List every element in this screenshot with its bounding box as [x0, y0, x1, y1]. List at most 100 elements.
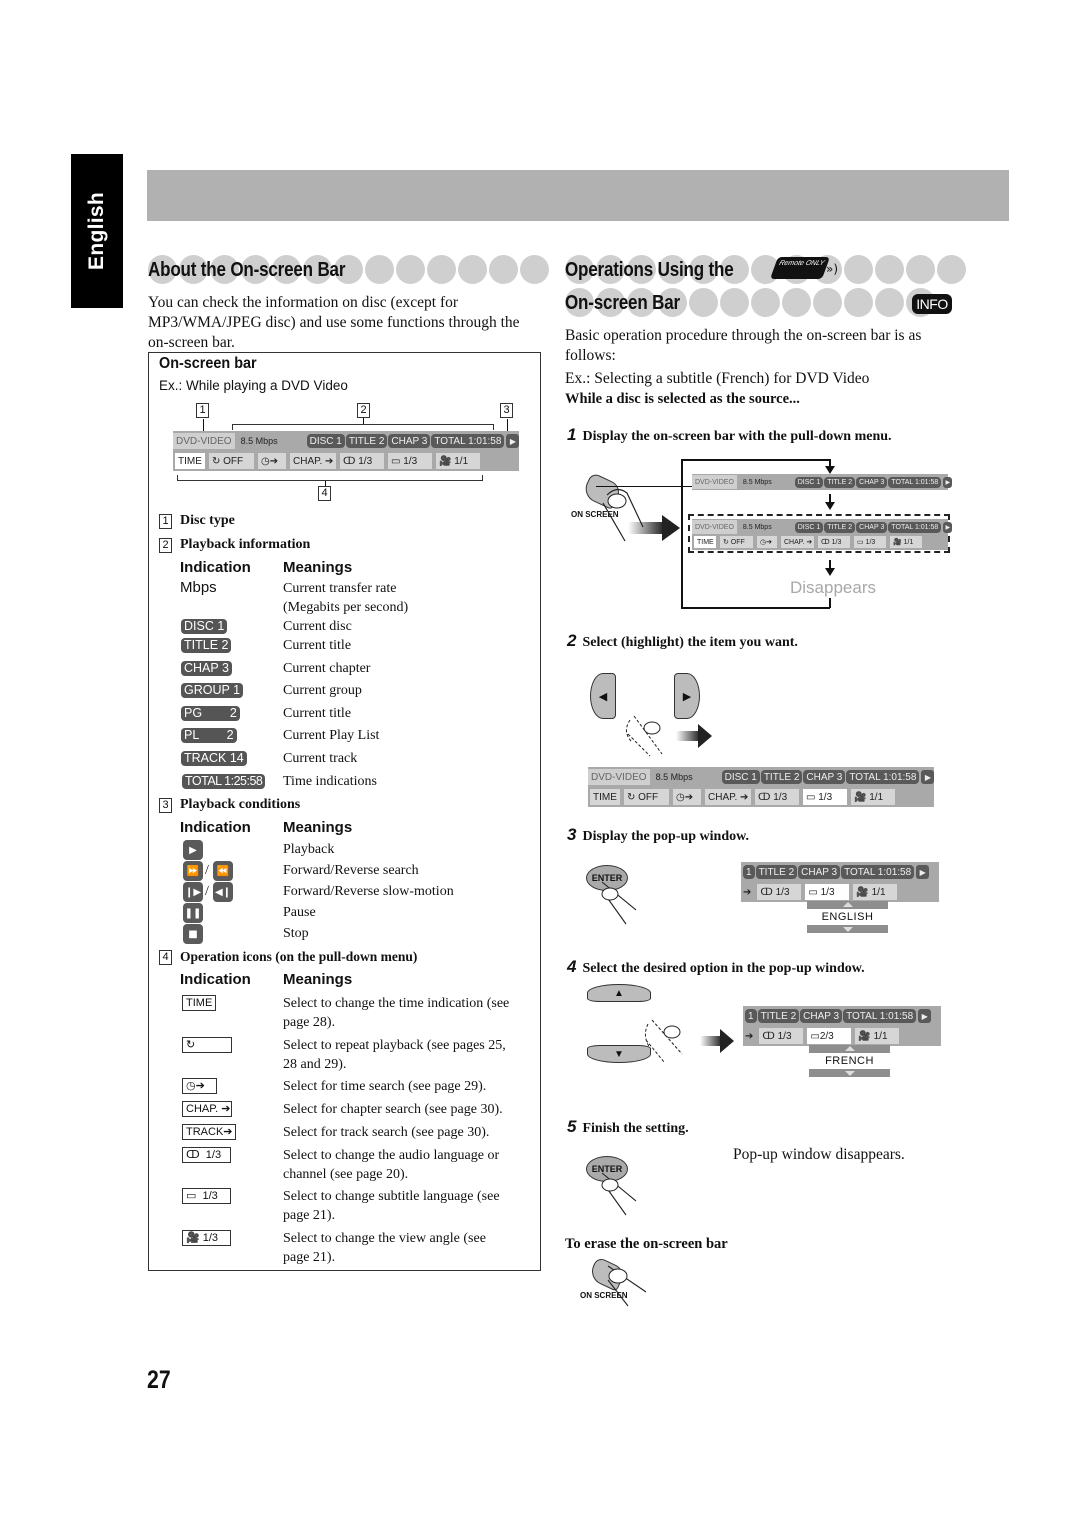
- section-playback-info: Playback information: [180, 537, 311, 552]
- on-screen-bar-step1-a: DVD-VIDEO 8.5 Mbps DISC 1 TITLE 2 CHAP 3…: [692, 474, 953, 490]
- bracket-4: [177, 475, 483, 481]
- play-condition-icon: ▶: [183, 840, 203, 860]
- subtitle-op-icon: ▭ 1/3: [182, 1188, 231, 1204]
- section-playback-conditions: Playback conditions: [180, 797, 301, 812]
- disc-indicator: DISC 1: [181, 619, 228, 634]
- angle-op-icon: 🎥 1/3: [182, 1230, 231, 1246]
- section-num-4: 4: [159, 950, 172, 965]
- transfer-rate: 8.5 Mbps: [240, 436, 278, 446]
- popup-option-french[interactable]: FRENCH: [809, 1053, 890, 1069]
- total-indicator: TOTAL 1:25:58: [182, 774, 266, 789]
- up-caret-icon: [844, 1046, 855, 1051]
- section-disc-type: Disc type: [180, 513, 235, 528]
- box-heading: On-screen bar: [159, 355, 257, 372]
- finger-icon: [607, 1265, 647, 1307]
- right-intro: Basic operation procedure through the on…: [565, 327, 922, 364]
- subtitle-button-highlighted[interactable]: ▭ 1/3: [803, 789, 847, 805]
- angle-button[interactable]: 🎥 1/1: [436, 453, 480, 469]
- mbps-indication: Mbps: [180, 579, 217, 596]
- time-op-icon: TIME: [182, 995, 216, 1011]
- total-pill: TOTAL 1:01:58: [431, 434, 505, 448]
- repeat-op-icon: ↻: [182, 1037, 232, 1053]
- time-button[interactable]: TIME: [175, 453, 205, 469]
- play-icon: ▶: [506, 434, 520, 448]
- right-cursor-button[interactable]: ▶: [674, 673, 700, 719]
- callout-1: 1: [196, 403, 209, 418]
- callout-4: 4: [318, 486, 331, 501]
- pause-icon: ❚❚: [183, 903, 203, 923]
- down-caret-icon: [844, 1071, 855, 1076]
- callout-3: 3: [500, 403, 513, 418]
- audio-op-icon: ↀ 1/3: [182, 1147, 231, 1163]
- step-3: 3 Display the pop-up window.: [567, 825, 749, 844]
- right-example: Ex.: Selecting a subtitle (French) for D…: [565, 370, 870, 387]
- precondition: While a disc is selected as the source..…: [565, 391, 800, 407]
- title-indicator: TITLE 2: [181, 638, 232, 653]
- chap-pill: CHAP 3: [388, 434, 431, 448]
- finger-icon: [601, 1172, 637, 1216]
- forward-slow-icon: ❙▶: [183, 882, 203, 902]
- box-example: Ex.: While playing a DVD Video: [159, 378, 348, 393]
- section-operation-icons: Operation icons (on the pull-down menu): [180, 949, 418, 964]
- section-num-2: 2: [159, 538, 172, 553]
- pg-indicator: PG 2: [181, 706, 240, 721]
- chapter-search-button[interactable]: CHAP. ➔: [290, 453, 336, 469]
- popup-window-step3: ENGLISH: [807, 901, 888, 933]
- arrow-down-icon: [825, 568, 835, 576]
- popup-closed-note: Pop-up window disappears.: [733, 1146, 905, 1163]
- on-screen-bar-step1-b: DVD-VIDEO 8.5 Mbps DISC 1 TITLE 2 CHAP 3…: [692, 519, 953, 550]
- pl-indicator: PL 2: [181, 728, 237, 743]
- time-search-button[interactable]: ◷➔: [258, 453, 286, 469]
- reverse-search-icon: ⏪: [213, 861, 233, 881]
- disappears-label: Disappears: [790, 578, 876, 597]
- right-section-title-1: Operations Using the: [565, 255, 966, 285]
- disc-pill: DISC 1: [306, 434, 345, 448]
- left-section-title: About the On-screen Bar: [148, 255, 549, 285]
- meanings-header: Meanings: [283, 559, 353, 576]
- right-arrow-icon: [676, 724, 712, 748]
- left-cursor-button[interactable]: ◀: [590, 673, 616, 719]
- chapter-search-op-icon: CHAP. ➔: [182, 1101, 232, 1117]
- bracket-2: [232, 424, 494, 430]
- forward-search-icon: ⏩: [183, 861, 203, 881]
- on-screen-bar: DVD-VIDEO 8.5 Mbps DISC 1 TITLE 2 CHAP 3…: [173, 431, 520, 471]
- section-num-1: 1: [159, 514, 172, 529]
- popup-option-english[interactable]: ENGLISH: [807, 909, 888, 925]
- arrow-down-icon: [825, 502, 835, 510]
- up-cursor-button[interactable]: ▲: [587, 984, 651, 1002]
- step-4: 4 Select the desired option in the pop-up…: [567, 957, 865, 976]
- section-num-3: 3: [159, 798, 172, 813]
- up-caret-icon: [842, 902, 853, 907]
- step-1: 1 Display the on-screen bar with the pull…: [567, 425, 892, 444]
- finger-icon: [602, 488, 644, 542]
- repeat-button[interactable]: ↻ OFF: [209, 453, 254, 469]
- stop-icon: ■: [183, 924, 203, 944]
- erase-heading: To erase the on-screen bar: [565, 1236, 728, 1252]
- group-indicator: GROUP 1: [181, 683, 244, 698]
- step-2: 2 Select (highlight) the item you want.: [567, 631, 798, 650]
- reverse-slow-icon: ◀❙: [213, 882, 233, 902]
- right-arrow-icon: [700, 1029, 734, 1053]
- indication-header: Indication: [180, 559, 251, 576]
- title-pill: TITLE 2: [345, 434, 388, 448]
- on-screen-bar-step4: 1 TITLE 2 CHAP 3 TOTAL 1:01:58 ▶ ➔ ↀ 1/3…: [743, 1006, 941, 1046]
- popup-window-step4: FRENCH: [809, 1045, 890, 1077]
- audio-button[interactable]: ↀ 1/3: [340, 453, 384, 469]
- remote-signal-icon: »): [826, 262, 839, 276]
- track-search-op-icon: TRACK➔: [182, 1124, 236, 1140]
- on-screen-bar-step2: DVD-VIDEO 8.5 Mbps DISC 1 TITLE 2 CHAP 3…: [588, 767, 935, 807]
- finger-icon: [601, 881, 637, 925]
- step-5: 5 Finish the setting.: [567, 1117, 689, 1136]
- callout-2: 2: [357, 403, 370, 418]
- finger-icon: [644, 1019, 683, 1063]
- subtitle-button[interactable]: ▭ 1/3: [388, 453, 432, 469]
- language-tab: English: [71, 154, 123, 308]
- header-band: [147, 170, 1009, 221]
- info-badge: INFO: [912, 294, 952, 314]
- disc-type: DVD-VIDEO: [173, 433, 235, 449]
- subtitle-button-2of3[interactable]: ▭ 2/3: [807, 1028, 852, 1044]
- finger-icon: [626, 715, 663, 757]
- right-section-title-2: On-screen Bar: [565, 288, 935, 318]
- time-search-op-icon: ◷➔: [182, 1078, 217, 1094]
- left-intro: You can check the information on disc (e…: [148, 294, 520, 351]
